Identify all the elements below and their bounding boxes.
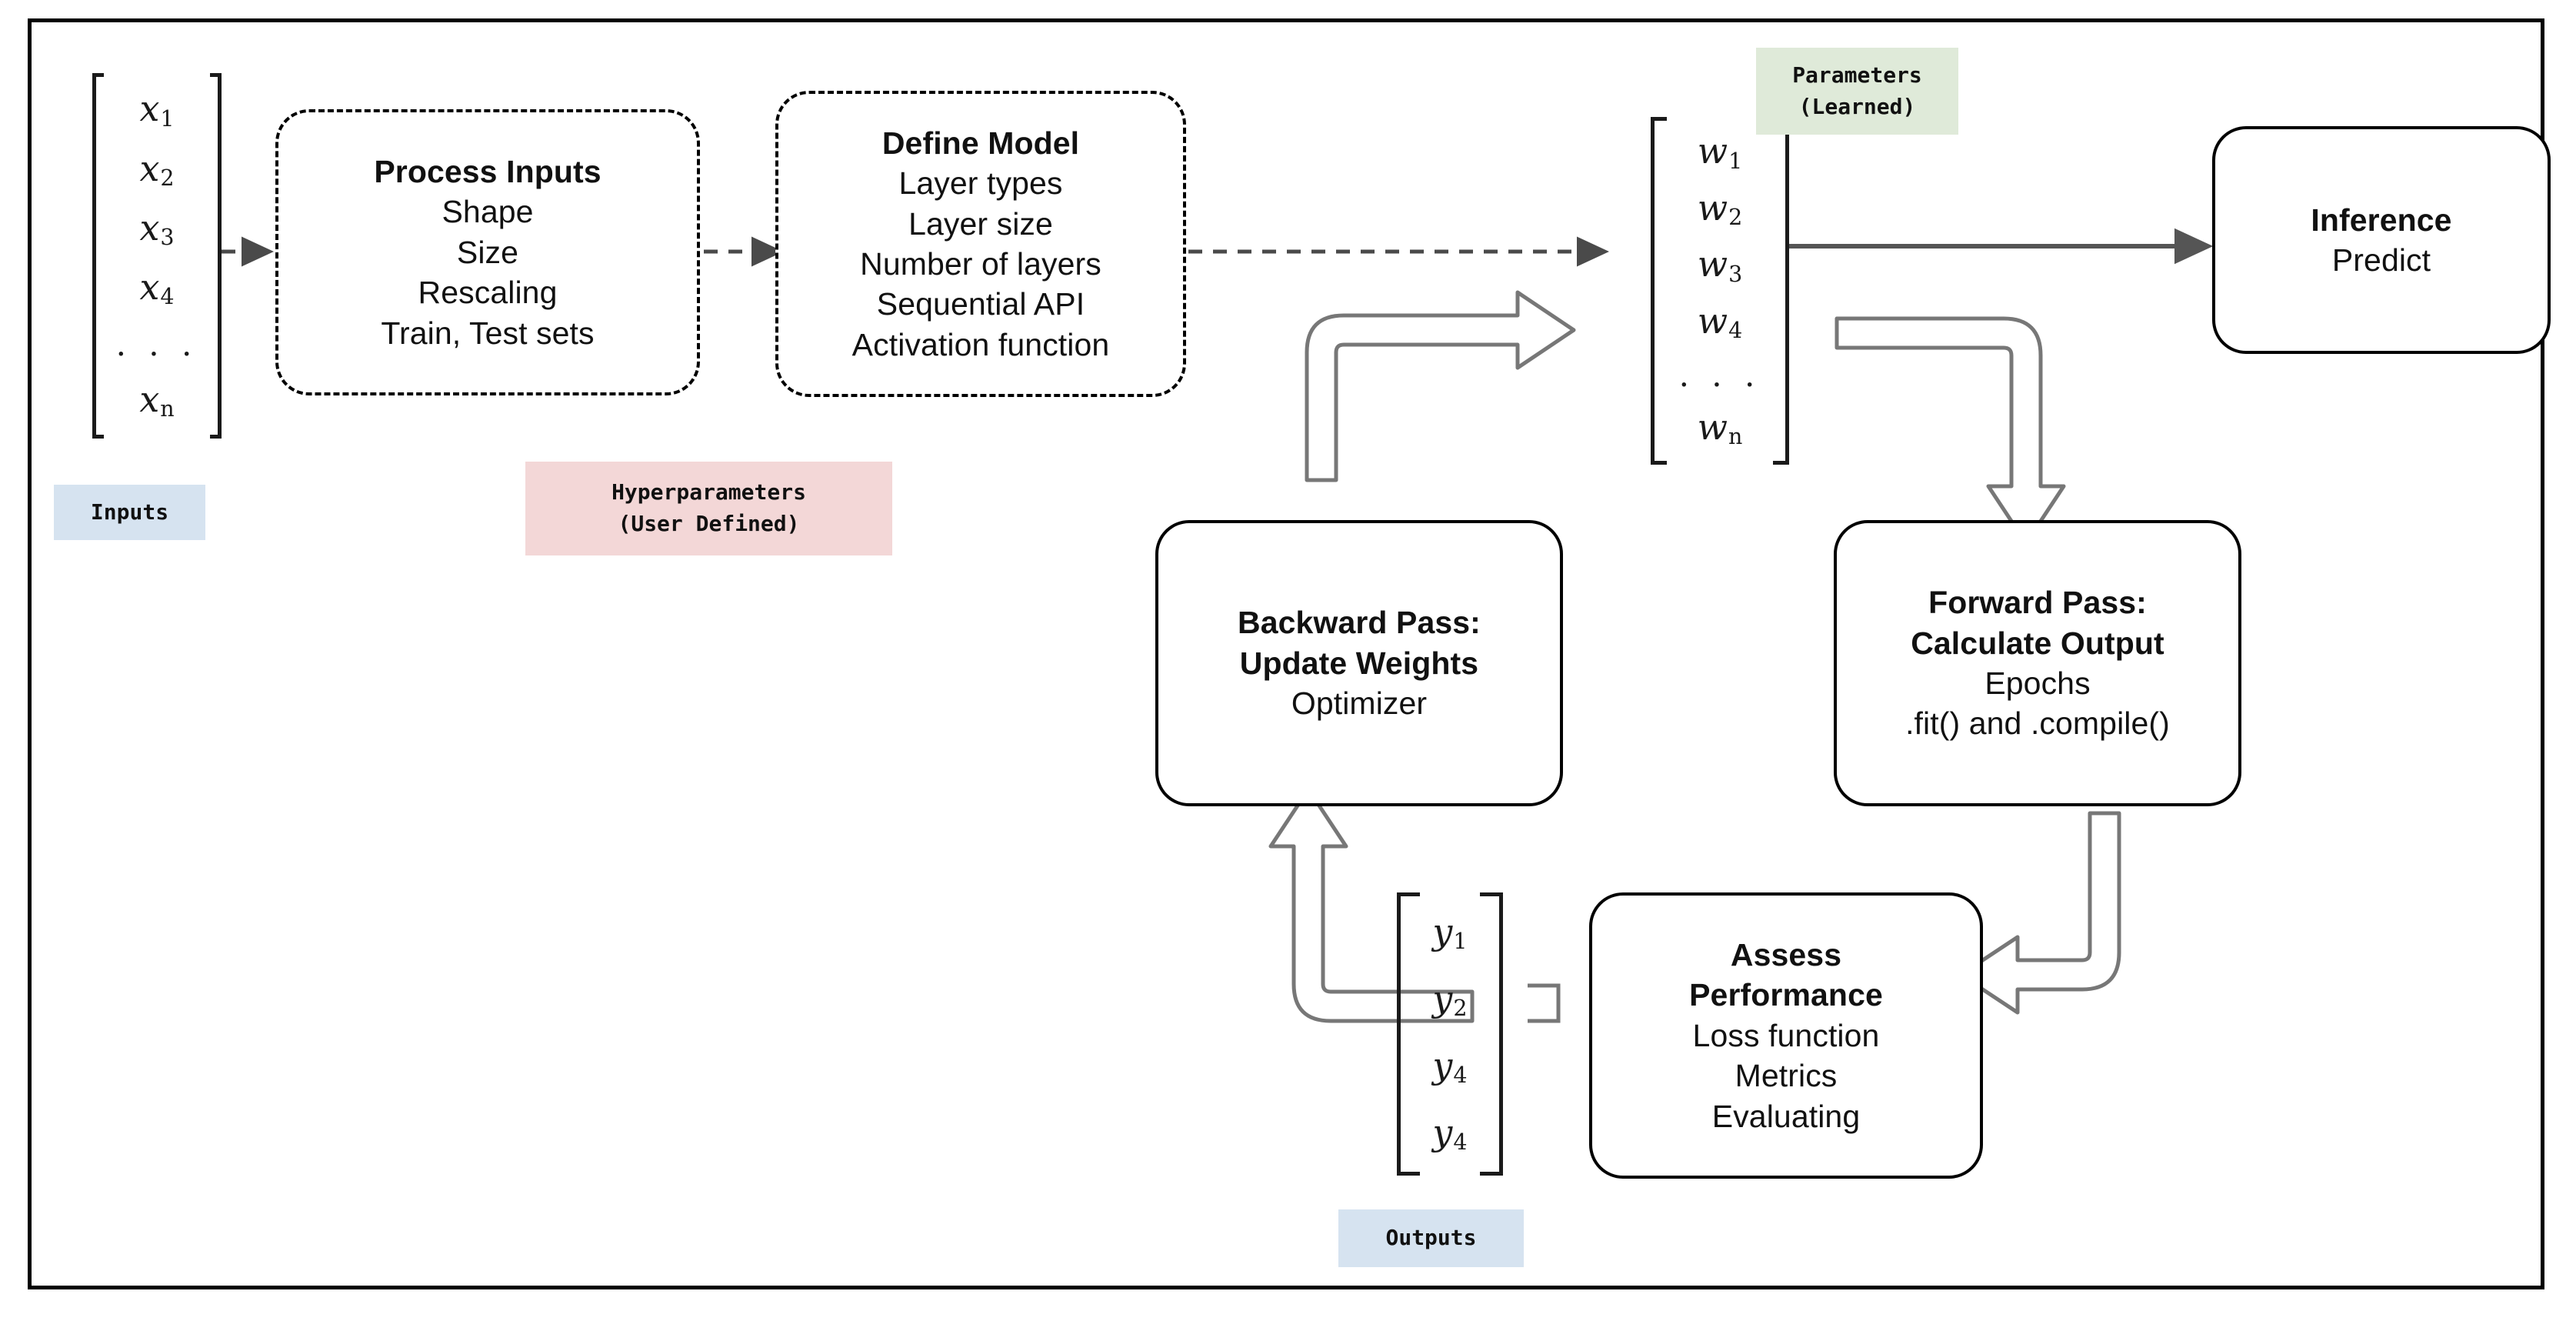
node-title-line: Backward Pass:: [1238, 605, 1481, 641]
node-title: Inference: [2311, 202, 2452, 238]
vector-cell: y4: [1432, 1112, 1468, 1156]
node-line: Predict: [2331, 242, 2431, 278]
outputs-vector: y1 y2 y4 y4: [1385, 892, 1515, 1176]
node-process-inputs[interactable]: Process Inputs Shape Size Rescaling Trai…: [275, 109, 700, 395]
bracket-right: [210, 73, 222, 439]
inputs-chip-label: Inputs: [90, 499, 169, 525]
node-line: Rescaling: [418, 275, 558, 311]
node-line: .fit() and .compile(): [1905, 706, 2170, 742]
parameters-chip-line1: Parameters: [1792, 62, 1922, 88]
vector-cell: y1: [1432, 911, 1468, 955]
bracket-right: [1773, 117, 1789, 465]
inputs-vector: x1 x2 x3 x4 . . . xn: [92, 73, 222, 439]
bracket-left: [1651, 117, 1667, 465]
node-title-line: Calculate Output: [1911, 625, 2164, 661]
node-line: Epochs: [1984, 666, 2091, 701]
vector-cell: w4: [1697, 299, 1743, 343]
node-title: Define Model: [881, 125, 1080, 161]
inputs-chip: Inputs: [54, 485, 205, 540]
weights-vector: w1 w2 w3 w4 . . . wn: [1651, 117, 1789, 465]
bracket-left: [92, 73, 104, 439]
vector-cell: y4: [1432, 1045, 1468, 1089]
hyperparameters-chip-line1: Hyperparameters: [612, 479, 806, 505]
node-line: Shape: [442, 194, 534, 230]
outputs-chip-label: Outputs: [1385, 1225, 1477, 1251]
node-line: Number of layers: [860, 246, 1101, 282]
node-line: Loss function: [1692, 1017, 1880, 1053]
vector-cell: w2: [1697, 186, 1743, 231]
node-title-line: Assess: [1730, 936, 1842, 972]
parameters-chip-line2: (Learned): [1798, 93, 1916, 119]
weights-vector-cells: w1 w2 w3 w4 . . . wn: [1667, 117, 1774, 465]
node-line: Activation function: [851, 326, 1110, 362]
vector-cell: y2: [1432, 978, 1468, 1022]
hyperparameters-chip: Hyperparameters (User Defined): [525, 462, 892, 555]
diagram-canvas: x1 x2 x3 x4 . . . xn Inputs Process Inpu…: [0, 0, 2576, 1321]
outputs-vector-cells: y1 y2 y4 y4: [1420, 892, 1479, 1176]
node-line: Size: [456, 234, 519, 270]
node-assess-performance[interactable]: Assess Performance Loss function Metrics…: [1589, 892, 1983, 1179]
node-inference[interactable]: Inference Predict: [2212, 126, 2551, 354]
node-title-line: Forward Pass:: [1928, 585, 2147, 621]
node-title: Process Inputs: [374, 153, 602, 189]
vector-cell: x1: [139, 88, 175, 132]
node-title-line: Update Weights: [1239, 645, 1479, 681]
outputs-chip: Outputs: [1338, 1209, 1524, 1267]
vector-cell: w1: [1697, 130, 1743, 174]
vector-cell: x3: [139, 206, 175, 251]
node-line: Evaluating: [1711, 1098, 1861, 1134]
vector-cell: x2: [139, 147, 175, 191]
vector-cell: xn: [139, 378, 175, 422]
node-line: Metrics: [1735, 1058, 1838, 1094]
vector-cell-ellipsis: . . .: [115, 325, 198, 364]
bracket-right: [1479, 892, 1503, 1176]
vector-cell: wn: [1697, 405, 1743, 450]
parameters-chip: Parameters (Learned): [1756, 48, 1958, 135]
node-define-model[interactable]: Define Model Layer types Layer size Numb…: [775, 91, 1186, 397]
inputs-vector-cells: x1 x2 x3 x4 . . . xn: [104, 73, 211, 439]
node-forward-pass[interactable]: Forward Pass: Calculate Output Epochs .f…: [1834, 520, 2241, 806]
node-line: Layer size: [908, 205, 1053, 242]
node-line: Train, Test sets: [381, 315, 595, 351]
node-line: Sequential API: [876, 286, 1085, 322]
node-title-line: Performance: [1689, 977, 1883, 1013]
node-line: Optimizer: [1291, 686, 1428, 722]
vector-cell-ellipsis: . . .: [1678, 356, 1761, 395]
hyperparameters-chip-line2: (User Defined): [618, 511, 800, 536]
bracket-left: [1397, 892, 1421, 1176]
vector-cell: x4: [139, 266, 175, 310]
vector-cell: w3: [1697, 243, 1743, 287]
node-backward-pass[interactable]: Backward Pass: Update Weights Optimizer: [1155, 520, 1563, 806]
node-line: Layer types: [898, 165, 1063, 202]
